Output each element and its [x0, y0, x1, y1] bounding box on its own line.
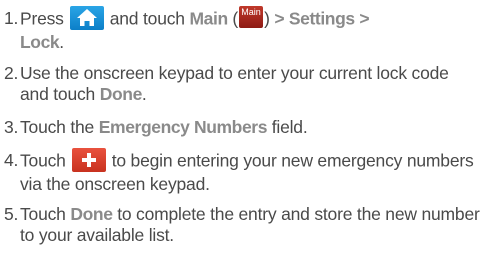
main-label: Main	[189, 8, 228, 29]
step-number: 4.	[4, 150, 19, 170]
plus-icon	[71, 148, 106, 172]
step-body: Touch Done to complete the entry and sto…	[20, 204, 480, 246]
step-text: Touch	[20, 150, 66, 171]
step-number: 5.	[4, 204, 19, 224]
main-icon: Main	[239, 6, 264, 28]
step-text: Press	[20, 8, 64, 29]
step-body: Press and touch Main (Main) > Settings > …	[20, 6, 480, 53]
emergency-numbers-label: Emergency Numbers	[98, 117, 268, 137]
step-end: .	[59, 32, 64, 52]
step-number: 1.	[4, 8, 19, 28]
paren-open: (	[232, 8, 239, 29]
step-body: Touch the Emergency Numbers field.	[20, 117, 480, 138]
separator: >	[359, 8, 370, 29]
separator: >	[274, 8, 285, 29]
step-text: field.	[271, 117, 308, 137]
step-number: 2.	[4, 63, 19, 83]
step-text: Touch the	[20, 117, 95, 137]
step-text: and touch	[109, 8, 185, 29]
step-body: Touch to begin entering your new emergenc…	[20, 148, 480, 195]
lock-label: Lock	[20, 32, 60, 52]
paren-close: )	[264, 8, 270, 29]
step-body: Use the onscreen keypad to enter your cu…	[20, 63, 480, 105]
settings-label: Settings	[288, 8, 355, 29]
step-text: Use the onscreen keypad to enter your cu…	[20, 63, 449, 104]
done-label: Done	[70, 204, 113, 224]
home-icon	[69, 6, 104, 30]
step-end: .	[141, 84, 147, 104]
step-text: Touch	[20, 204, 66, 224]
done-label: Done	[99, 84, 143, 104]
step-number: 3.	[4, 117, 19, 137]
